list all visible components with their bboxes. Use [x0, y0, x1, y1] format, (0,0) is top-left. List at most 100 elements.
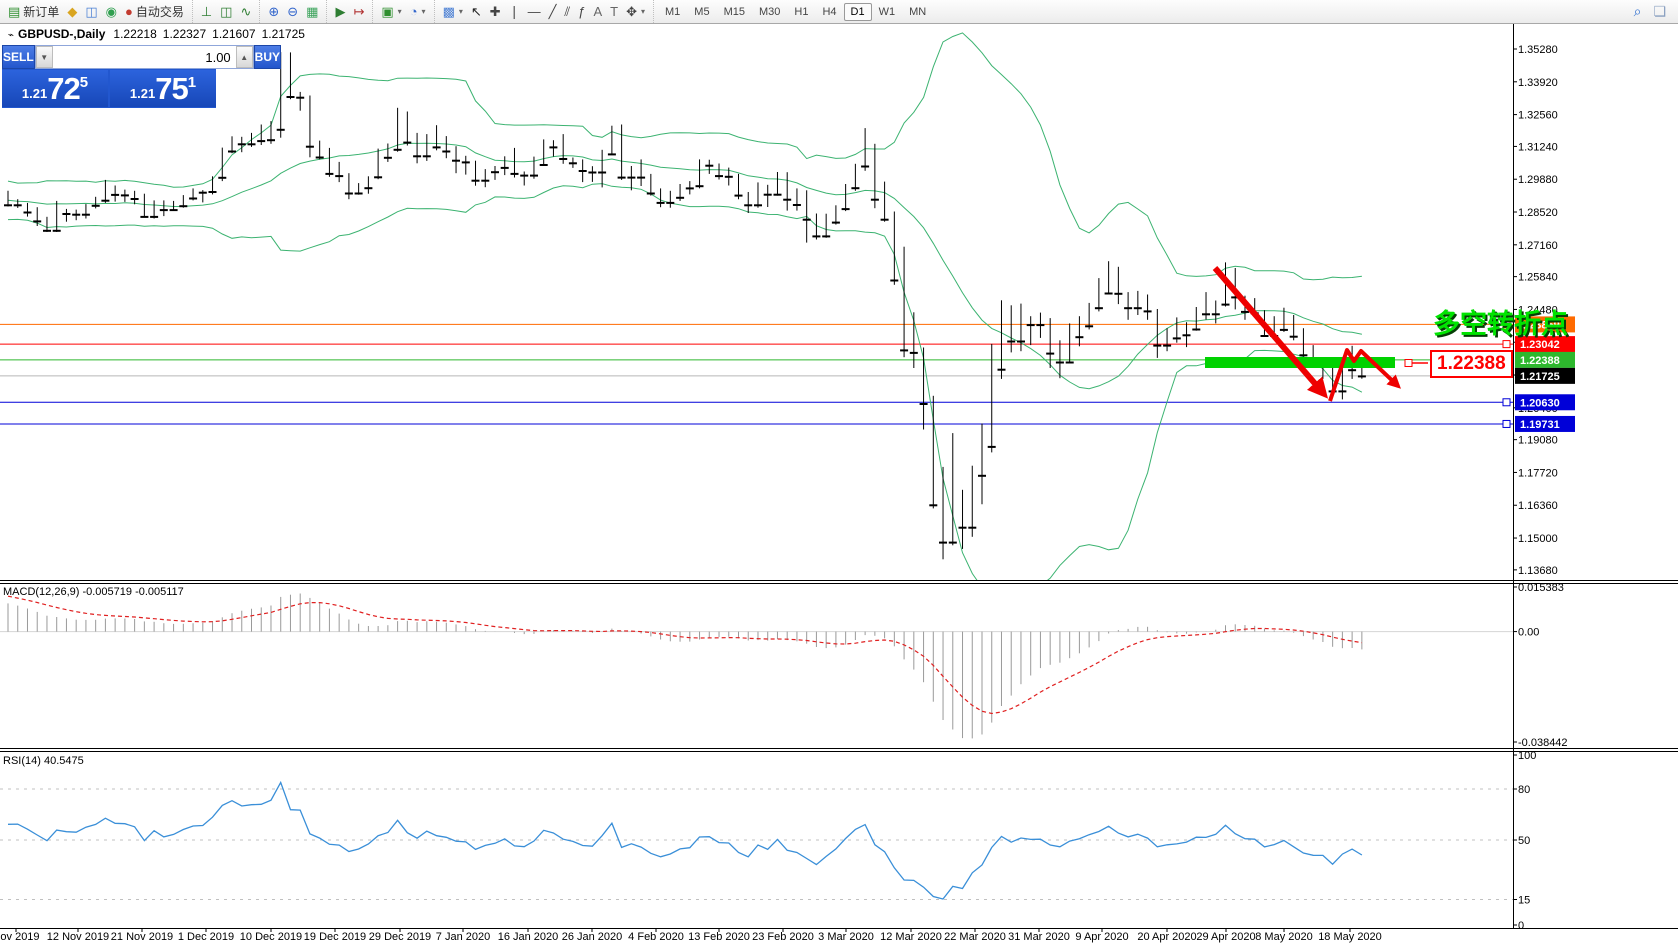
rsi-axis-label: 100	[1518, 750, 1536, 762]
timeframe-w1[interactable]: W1	[872, 3, 903, 21]
vertical-line-icon: ❘	[508, 4, 520, 19]
level-endpoint[interactable]	[1502, 398, 1511, 407]
candle-body	[763, 193, 772, 196]
sell-price[interactable]: 1.21 72 5	[2, 70, 108, 107]
candle-body	[296, 96, 305, 99]
zoom-out-icon[interactable]: ⊖	[283, 4, 302, 19]
text-icon[interactable]: A	[589, 4, 606, 19]
sell-button[interactable]: SELL	[2, 45, 35, 69]
level-endpoint[interactable]	[1502, 340, 1511, 349]
price-callout-label[interactable]: 1.22388	[1430, 350, 1513, 378]
candle-body	[1299, 354, 1308, 357]
candle-body	[744, 204, 753, 207]
candle-body	[754, 204, 762, 207]
candlestick-chart-icon[interactable]: ◫	[216, 4, 236, 19]
candle-body	[354, 192, 363, 195]
market-watch-icon[interactable]: ◆	[63, 4, 81, 19]
candle-body	[1114, 292, 1123, 295]
candle-body	[568, 162, 577, 165]
vertical-line-icon[interactable]: ❘	[505, 4, 524, 19]
arrows-dropdown-icon[interactable]: ▾	[641, 7, 645, 16]
candle-body	[393, 148, 402, 151]
indicators-list-dropdown-icon[interactable]: ▾	[459, 7, 463, 16]
timeframe-m15[interactable]: M15	[717, 3, 752, 21]
timeframe-d1[interactable]: D1	[843, 2, 872, 21]
candle-body	[861, 165, 870, 168]
volume-input[interactable]	[52, 46, 236, 68]
macd-signal-line	[7, 595, 1362, 715]
fibonacci-icon[interactable]: ƒ	[574, 4, 589, 19]
text-icon: A	[593, 4, 603, 19]
date-label: 29 Dec 2019	[369, 931, 431, 943]
trendline-icon[interactable]: ╱	[545, 4, 561, 19]
cursor-icon[interactable]: ↖	[467, 4, 486, 19]
timeframe-m1[interactable]: M1	[658, 3, 687, 21]
candle-body	[929, 504, 938, 507]
candlestick-chart-icon: ◫	[220, 4, 233, 19]
candle-body	[1241, 310, 1249, 313]
candle-body	[890, 279, 899, 282]
buy-price[interactable]: 1.21 75 1	[110, 70, 216, 107]
candle-body	[627, 176, 636, 179]
chart-canvas[interactable]: 1.35280 1.33920 1.32560 1.31240 1.29880 1.285…	[0, 0, 1678, 944]
rsi-axis-label: 80	[1518, 784, 1530, 796]
annotation-text[interactable]: 多空转折点	[1433, 302, 1568, 341]
timeframe-group: M1 M5 M15 M30 H1 H4 D1 W1 MN	[653, 0, 937, 23]
candle-body	[169, 209, 178, 212]
bar-chart-icon[interactable]: ⊥	[197, 4, 216, 19]
candle-body	[62, 213, 71, 215]
volume-decrease-button[interactable]: ▼	[35, 46, 53, 68]
label-connector-anchor[interactable]	[1404, 359, 1413, 367]
indicators-list-icon: ▩	[442, 4, 455, 19]
volume-increase-button[interactable]: ▲	[235, 46, 253, 68]
chat-icon[interactable]: ❏	[1653, 3, 1666, 20]
equidistant-channel-icon[interactable]: ⫽	[560, 4, 574, 19]
candle-body	[1046, 352, 1055, 355]
text-label-icon[interactable]: T	[606, 4, 622, 19]
candle-body	[559, 158, 568, 160]
templates-dropdown-icon[interactable]: ▾	[398, 7, 402, 16]
periods-icon[interactable]: ◔ ▾	[406, 4, 430, 19]
candle-body	[1357, 375, 1366, 378]
level-endpoint[interactable]	[1502, 419, 1511, 428]
ohlc-close: 1.21725	[261, 27, 305, 41]
autotrading-button[interactable]: ● 自动交易	[121, 2, 188, 21]
arrows-icon[interactable]: ✥ ▾	[622, 4, 649, 19]
crosshair-icon[interactable]: ✚	[486, 4, 505, 19]
candle-body	[1026, 324, 1035, 327]
chart-shift-icon[interactable]: ↦	[349, 4, 368, 19]
search-icon[interactable]: ⌕	[1634, 3, 1642, 20]
toolbar-right: ⌕ ❏	[1634, 3, 1678, 20]
one-click-trading-panel: SELL ▼ ▲ BUY 1.21 72 5 1.21 75 1	[2, 45, 282, 108]
templates-icon[interactable]: ▣ ▾	[377, 4, 405, 19]
rsi-line	[7, 780, 1363, 900]
line-chart-icon[interactable]: ∿	[236, 4, 255, 19]
timeframe-m5[interactable]: M5	[687, 3, 716, 21]
candle-body	[257, 140, 266, 143]
candle-body	[481, 179, 490, 182]
price-tick-label: 1.31240	[1518, 141, 1558, 153]
candle-body	[1338, 390, 1347, 393]
downtrend-arrow[interactable]	[1212, 266, 1329, 399]
signals-icon[interactable]: ◉	[102, 4, 121, 19]
candle-body	[968, 526, 977, 529]
timeframe-m30[interactable]: M30	[752, 3, 787, 21]
candle-body	[452, 159, 460, 162]
periods-dropdown-icon[interactable]: ▾	[422, 7, 426, 16]
timeframe-h4[interactable]: H4	[815, 3, 843, 21]
candle-body	[870, 198, 879, 201]
new-order-button[interactable]: ▤ 新订单	[4, 2, 63, 21]
timeframe-h1[interactable]: H1	[787, 3, 815, 21]
buy-button[interactable]: BUY	[253, 45, 282, 69]
horizontal-line-icon[interactable]: ―	[524, 4, 545, 19]
indicators-list-icon[interactable]: ▩ ▾	[439, 4, 467, 19]
profiles-icon[interactable]: ◫	[81, 4, 101, 19]
zoom-in-icon[interactable]: ⊕	[264, 4, 283, 19]
timeframe-mn[interactable]: MN	[902, 3, 933, 21]
tile-windows-icon[interactable]: ▦	[302, 4, 322, 19]
candle-body	[237, 143, 246, 146]
symbol-icon: ⌁	[8, 30, 15, 41]
auto-scroll-icon[interactable]: ▶	[331, 4, 349, 19]
candle-body	[1104, 292, 1113, 295]
candle-body	[851, 187, 860, 190]
